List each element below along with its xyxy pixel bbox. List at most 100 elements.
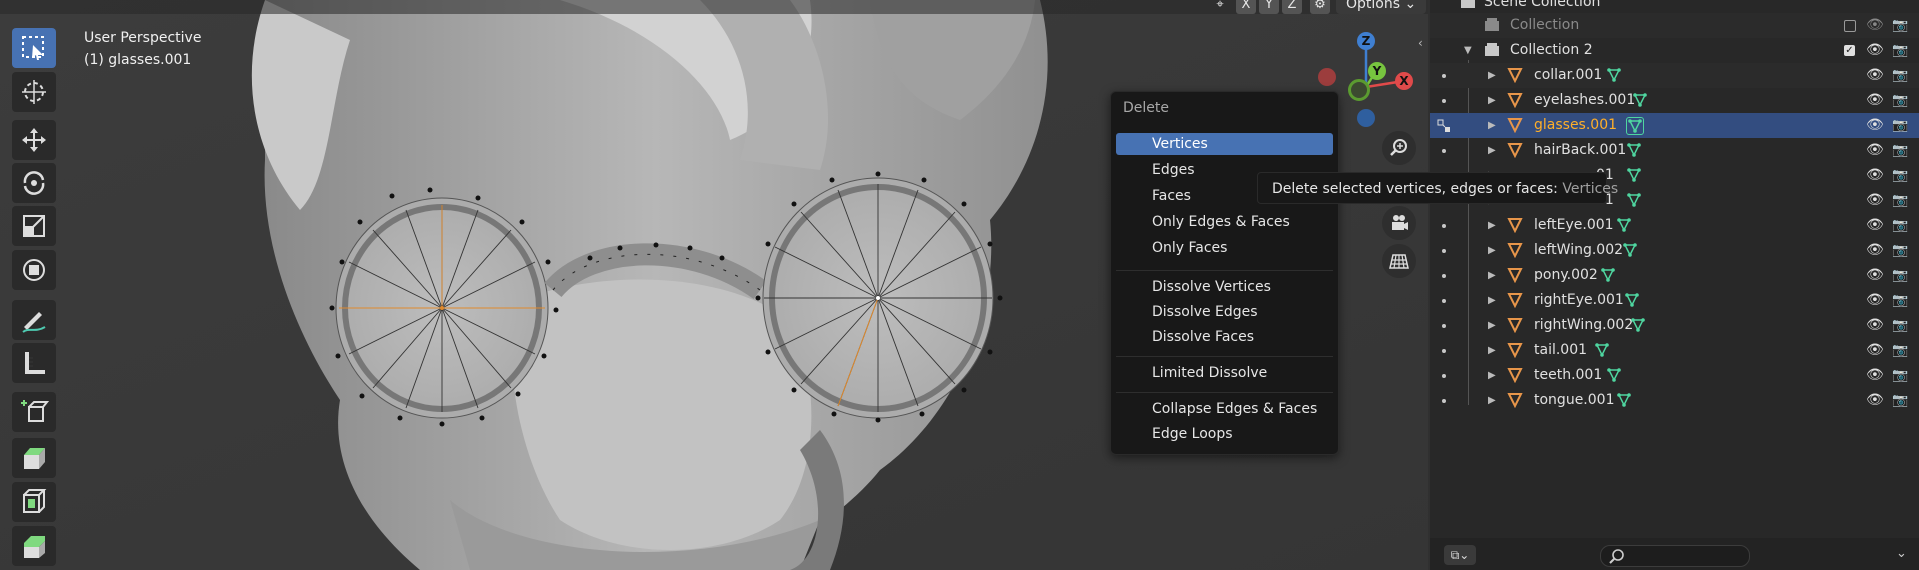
- edit-mode-dot[interactable]: [1442, 249, 1446, 253]
- scale-tool[interactable]: [12, 206, 56, 246]
- outliner-row-object[interactable]: ▶ tongue.001 👁 📷: [1430, 388, 1919, 413]
- expand-triangle-icon[interactable]: ▶: [1488, 88, 1496, 113]
- chevron-down-icon[interactable]: ⌄: [1896, 546, 1907, 561]
- move-tool[interactable]: [12, 120, 56, 160]
- camera-icon[interactable]: 📷: [1892, 113, 1908, 138]
- expand-triangle-icon[interactable]: ▶: [1488, 263, 1496, 288]
- camera-icon[interactable]: 📷: [1892, 188, 1908, 213]
- eye-icon[interactable]: 👁: [1866, 263, 1884, 288]
- camera-icon[interactable]: 📷: [1892, 338, 1908, 363]
- perspective-toggle-button[interactable]: [1382, 244, 1416, 278]
- outliner-row-object[interactable]: ▶ rightWing.002 👁 📷: [1430, 313, 1919, 338]
- expand-triangle-icon[interactable]: ▶: [1488, 238, 1496, 263]
- edit-mode-dot[interactable]: [1442, 324, 1446, 328]
- expand-triangle-icon[interactable]: ▶: [1488, 313, 1496, 338]
- mirror-y-toggle[interactable]: Y: [1259, 0, 1279, 14]
- edit-mode-dot[interactable]: [1442, 274, 1446, 278]
- menu-item-edge-loops[interactable]: Edge Loops: [1116, 423, 1333, 445]
- camera-icon[interactable]: 📷: [1892, 363, 1908, 388]
- eye-icon[interactable]: 👁: [1866, 188, 1884, 213]
- outliner-row-object[interactable]: ▶ collar.001 👁 📷: [1430, 63, 1919, 88]
- eye-icon[interactable]: 👁: [1866, 138, 1884, 163]
- edit-mode-dot[interactable]: [1442, 349, 1446, 353]
- outliner-row-collection-2[interactable]: ▼ Collection 2 ✓ 👁 📷: [1430, 38, 1919, 63]
- camera-icon[interactable]: 📷: [1892, 88, 1908, 113]
- outliner-row-object[interactable]: ▶ eyelashes.001 👁 📷: [1430, 88, 1919, 113]
- exclude-checkbox[interactable]: [1844, 20, 1856, 32]
- gizmo-neg-z-axis[interactable]: [1357, 109, 1375, 127]
- camera-icon[interactable]: 📷: [1892, 63, 1908, 88]
- outliner-row-object[interactable]: ▶ leftWing.002 👁 📷: [1430, 238, 1919, 263]
- eye-icon[interactable]: 👁: [1866, 163, 1884, 188]
- camera-icon[interactable]: 📷: [1892, 388, 1908, 413]
- transform-tool[interactable]: [12, 250, 56, 290]
- camera-icon[interactable]: 📷: [1892, 13, 1908, 38]
- menu-item-collapse-edges-faces[interactable]: Collapse Edges & Faces: [1116, 398, 1333, 420]
- gizmo-neg-x-axis[interactable]: [1318, 68, 1336, 86]
- menu-item-dissolve-faces[interactable]: Dissolve Faces: [1116, 326, 1333, 348]
- rotate-tool[interactable]: [12, 163, 56, 203]
- menu-item-dissolve-vertices[interactable]: Dissolve Vertices: [1116, 276, 1333, 298]
- eye-icon[interactable]: 👁: [1866, 38, 1884, 63]
- outliner-row-object[interactable]: ▶ tail.001 👁 📷: [1430, 338, 1919, 363]
- eye-icon[interactable]: 👁: [1866, 113, 1884, 138]
- menu-item-only-faces[interactable]: Only Faces: [1116, 237, 1333, 259]
- outliner-row-object[interactable]: ▶ rightEye.001 👁 📷: [1430, 288, 1919, 313]
- edit-mode-dot[interactable]: [1442, 224, 1446, 228]
- eye-icon[interactable]: 👁: [1866, 363, 1884, 388]
- add-cube-tool[interactable]: [12, 392, 56, 432]
- select-box-tool[interactable]: [12, 28, 56, 68]
- zoom-button[interactable]: [1382, 131, 1416, 165]
- menu-item-dissolve-edges[interactable]: Dissolve Edges: [1116, 301, 1333, 323]
- edit-mode-dot[interactable]: [1442, 74, 1446, 78]
- mirror-z-toggle[interactable]: Z: [1282, 0, 1302, 14]
- camera-icon[interactable]: 📷: [1892, 138, 1908, 163]
- outliner-row-collection[interactable]: Collection 👁 📷: [1430, 13, 1919, 38]
- gizmo-options-icon[interactable]: ⚙: [1310, 0, 1330, 14]
- edit-mode-dot[interactable]: [1442, 99, 1446, 103]
- annotate-tool[interactable]: [12, 300, 56, 340]
- filter-dropdown[interactable]: ⧉⌄: [1444, 545, 1476, 565]
- gizmo-x-axis[interactable]: X: [1395, 72, 1413, 90]
- eye-icon[interactable]: 👁: [1866, 88, 1884, 113]
- menu-item-limited-dissolve[interactable]: Limited Dissolve: [1116, 362, 1333, 384]
- measure-tool[interactable]: [12, 343, 56, 383]
- bevel-tool[interactable]: [12, 526, 56, 566]
- eye-icon[interactable]: 👁: [1866, 213, 1884, 238]
- expand-triangle-icon[interactable]: ▶: [1488, 138, 1496, 163]
- eye-icon[interactable]: 👁: [1866, 13, 1884, 38]
- gizmo-neg-y-axis[interactable]: [1348, 79, 1370, 101]
- outliner-row-object-selected[interactable]: ▶ glasses.001 👁 📷: [1430, 113, 1919, 138]
- edit-mode-icon[interactable]: [1436, 118, 1452, 134]
- options-dropdown[interactable]: Options ⌄: [1336, 0, 1427, 14]
- outliner-row-object[interactable]: ▶ pony.002 👁 📷: [1430, 263, 1919, 288]
- checkbox-checked[interactable]: ✓: [1844, 45, 1855, 56]
- camera-icon[interactable]: 📷: [1892, 288, 1908, 313]
- eye-icon[interactable]: 👁: [1866, 288, 1884, 313]
- eye-icon[interactable]: 👁: [1866, 63, 1884, 88]
- cursor-tool[interactable]: [12, 72, 56, 112]
- edit-mode-dot[interactable]: [1442, 374, 1446, 378]
- gizmo-y-axis[interactable]: Y: [1368, 62, 1386, 80]
- expand-triangle-icon[interactable]: ▶: [1488, 63, 1496, 88]
- expand-triangle-icon[interactable]: ▶: [1488, 338, 1496, 363]
- expand-triangle-icon[interactable]: ▶: [1488, 388, 1496, 413]
- edit-mode-dot[interactable]: [1442, 149, 1446, 153]
- snap-icon[interactable]: ⌖: [1210, 0, 1230, 14]
- chevron-left-icon[interactable]: ‹: [1418, 36, 1423, 50]
- expand-triangle-icon[interactable]: ▶: [1488, 113, 1496, 138]
- edit-mode-dot[interactable]: [1442, 299, 1446, 303]
- edit-mode-dot[interactable]: [1442, 399, 1446, 403]
- camera-icon[interactable]: 📷: [1892, 213, 1908, 238]
- expand-triangle-icon[interactable]: ▶: [1488, 213, 1496, 238]
- eye-icon[interactable]: 👁: [1866, 338, 1884, 363]
- outliner-search-input[interactable]: [1600, 545, 1750, 567]
- camera-view-button[interactable]: [1382, 206, 1416, 240]
- expand-triangle-icon[interactable]: ▶: [1488, 363, 1496, 388]
- inset-faces-tool[interactable]: [12, 482, 56, 522]
- camera-icon[interactable]: 📷: [1892, 313, 1908, 338]
- extrude-tool[interactable]: [12, 438, 56, 478]
- camera-icon[interactable]: 📷: [1892, 38, 1908, 63]
- camera-icon[interactable]: 📷: [1892, 163, 1908, 188]
- outliner-row-object[interactable]: ▶ hairBack.001 👁 📷: [1430, 138, 1919, 163]
